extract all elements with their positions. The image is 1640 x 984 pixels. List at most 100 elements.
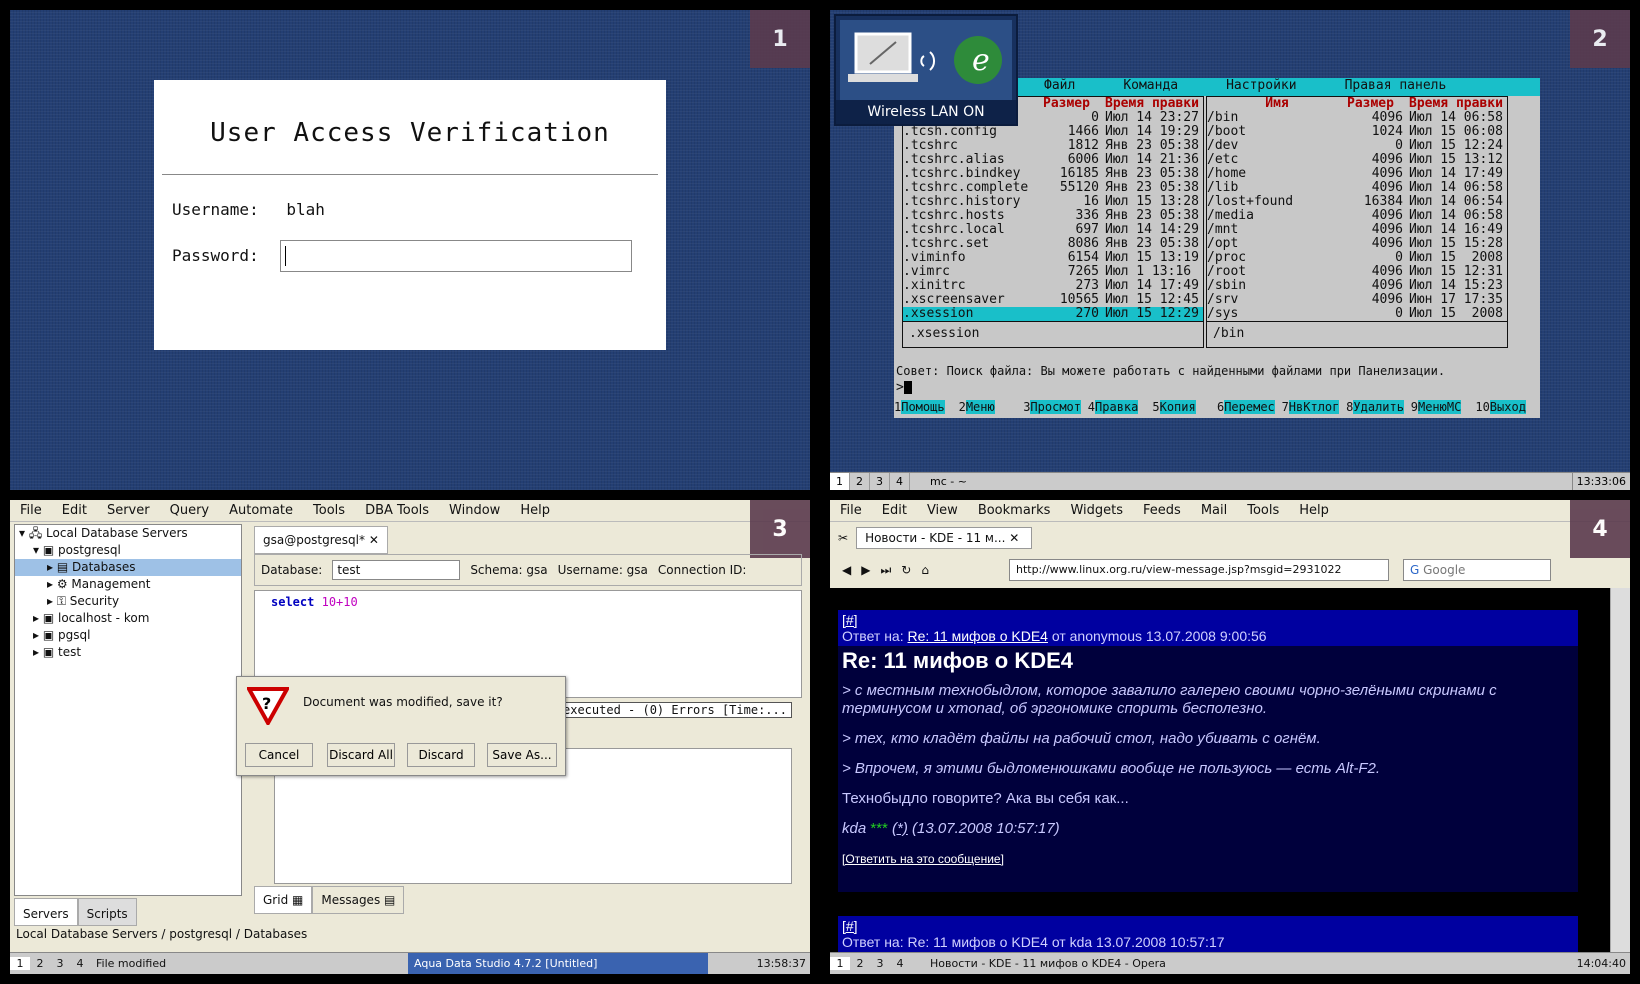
home-icon[interactable]: ⌂	[921, 563, 929, 577]
tab-messages[interactable]: Messages ▤	[312, 886, 405, 914]
menu-item[interactable]: DBA Tools	[365, 503, 429, 518]
menu-item[interactable]: Mail	[1201, 503, 1227, 518]
command-prompt[interactable]: >	[894, 380, 912, 395]
menu-item[interactable]: Help	[1299, 503, 1329, 518]
workspace-button[interactable]: 3	[50, 957, 70, 970]
tree-item-local-servers[interactable]: ▾ 🖧 Local Database Servers	[15, 525, 241, 542]
back-icon[interactable]: ◀	[842, 563, 851, 577]
menu-item[interactable]: Edit	[882, 503, 907, 518]
tab-query[interactable]: gsa@postgresql* ✕	[254, 526, 388, 554]
file-row[interactable]: /bin 4096 Июл 14 06:58	[1207, 111, 1507, 125]
fkey-6[interactable]: 6Перемес	[1217, 396, 1282, 418]
file-row[interactable]: /lib 4096 Июл 14 06:58	[1207, 181, 1507, 195]
close-tab-icon[interactable]: ✕	[369, 533, 379, 547]
file-row[interactable]: .tcshrc.hosts 336 Янв 23 05:38	[903, 209, 1203, 223]
reload-icon[interactable]: ↻	[901, 563, 911, 577]
file-row[interactable]: .tcsh.config 1466 Июл 14 19:29	[903, 125, 1203, 139]
menu-item[interactable]: File	[20, 503, 42, 518]
fkey-5[interactable]: 5Копия	[1152, 396, 1217, 418]
fast-forward-icon[interactable]: ⏭	[880, 563, 891, 578]
file-row[interactable]: .viminfo 6154 Июл 15 13:19	[903, 251, 1203, 265]
workspace-button[interactable]: 1	[10, 957, 30, 970]
cancel-button[interactable]: Cancel	[245, 743, 313, 767]
tree-item-pgsql[interactable]: ▸ ▣ pgsql	[15, 627, 241, 644]
menu-item[interactable]: Server	[107, 503, 150, 518]
scrollbar[interactable]	[1610, 588, 1630, 952]
fkey-4[interactable]: 4Правка	[1088, 396, 1153, 418]
fkey-3[interactable]: 3Просмот	[1023, 396, 1088, 418]
file-row[interactable]: .tcshrc.local 697 Июл 14 14:29	[903, 223, 1203, 237]
tree-item-security[interactable]: ▸ ⚿ Security	[15, 593, 241, 610]
server-tree[interactable]: ▾ 🖧 Local Database Servers ▾ ▣ postgresq…	[14, 524, 242, 896]
workspace-button[interactable]: 4	[890, 473, 910, 490]
task-opera[interactable]: Новости - KDE - 11 мифов о KDE4 - Opera	[930, 957, 1166, 970]
tree-item-databases[interactable]: ▸ ▤ Databases	[15, 559, 241, 576]
database-select[interactable]: test	[332, 560, 461, 580]
left-panel[interactable]: РазмерВремя правки .hushmotd0Июл 14 23:2…	[902, 96, 1204, 348]
menu-item[interactable]: File	[840, 503, 862, 518]
anchor-link[interactable]: [#]	[842, 612, 858, 628]
menu-item[interactable]: Automate	[229, 503, 293, 518]
file-row[interactable]: /opt 4096 Июл 15 15:28	[1207, 237, 1507, 251]
discard-button[interactable]: Discard	[407, 743, 475, 767]
file-row[interactable]: /boot 1024 Июл 15 06:08	[1207, 125, 1507, 139]
tree-item-test[interactable]: ▸ ▣ test	[15, 644, 241, 661]
menu-item[interactable]: Feeds	[1143, 503, 1181, 518]
mc-menu-item[interactable]: Правая панель	[1345, 78, 1447, 96]
workspace-button[interactable]: 2	[30, 957, 50, 970]
file-row[interactable]: /root 4096 Июл 15 12:31	[1207, 265, 1507, 279]
fkey-8[interactable]: 8Удалить	[1346, 396, 1411, 418]
menu-item[interactable]: Query	[170, 503, 210, 518]
discard-all-button[interactable]: Discard All	[327, 743, 395, 767]
file-row[interactable]: .tcshrc.history 16 Июл 15 13:28	[903, 195, 1203, 209]
file-row[interactable]: .vimrc 7265 Июл 1 13:16	[903, 265, 1203, 279]
tools-icon[interactable]: ✂	[838, 531, 848, 545]
workspace-button[interactable]: 4	[890, 957, 910, 970]
mc-menu-item[interactable]: Настройки	[1226, 78, 1296, 96]
menu-item[interactable]: Tools	[1247, 503, 1279, 518]
mc-menu-item[interactable]: Команда	[1123, 78, 1178, 96]
file-row[interactable]: /etc 4096 Июл 15 13:12	[1207, 153, 1507, 167]
file-row[interactable]: /mnt 4096 Июл 14 16:49	[1207, 223, 1507, 237]
menu-item[interactable]: Edit	[62, 503, 87, 518]
tab-grid[interactable]: Grid ▦	[254, 886, 313, 914]
workspace-button[interactable]: 1	[830, 957, 850, 970]
fkey-10[interactable]: 10Выход	[1475, 396, 1540, 418]
file-row[interactable]: .xscreensaver 10565 Июл 15 12:45	[903, 293, 1203, 307]
tree-item-postgresql[interactable]: ▾ ▣ postgresql	[15, 542, 241, 559]
menu-item[interactable]: Widgets	[1070, 503, 1123, 518]
file-row[interactable]: /proc 0 Июл 15 2008	[1207, 251, 1507, 265]
tab-scripts[interactable]: Scripts	[77, 898, 137, 926]
address-input[interactable]: http://www.linux.org.ru/view-message.jsp…	[1008, 559, 1389, 581]
file-row[interactable]: /sys 0 Июл 15 2008	[1207, 307, 1507, 321]
search-input[interactable]: G Google	[1402, 559, 1551, 581]
save-as-button[interactable]: Save As...	[487, 743, 557, 767]
tree-item-localhost[interactable]: ▸ ▣ localhost - kom	[15, 610, 241, 627]
menu-item[interactable]: Bookmarks	[978, 503, 1051, 518]
file-row[interactable]: /home 4096 Июл 14 17:49	[1207, 167, 1507, 181]
file-row[interactable]: /srv 4096 Июн 17 17:35	[1207, 293, 1507, 307]
user-link[interactable]: (*)	[892, 820, 908, 837]
file-row[interactable]: .xinitrc 273 Июл 14 17:49	[903, 279, 1203, 293]
tab-servers[interactable]: Servers	[14, 898, 78, 926]
file-row[interactable]: /dev 0 Июл 15 12:24	[1207, 139, 1507, 153]
reply-message-link[interactable]: [Ответить на это сообщение]	[842, 852, 1004, 866]
password-field[interactable]	[280, 240, 632, 272]
reply-link[interactable]: Re: 11 мифов о KDE4	[908, 628, 1048, 644]
fkey-7[interactable]: 7НвКтлог	[1282, 396, 1347, 418]
menu-item[interactable]: Help	[520, 503, 550, 518]
workspace-button[interactable]: 3	[870, 473, 890, 490]
file-row[interactable]: .tcshrc.complete 55120 Янв 23 05:38	[903, 181, 1203, 195]
fkey-2[interactable]: 2Меню	[959, 396, 1024, 418]
workspace-button[interactable]: 3	[870, 957, 890, 970]
workspace-button[interactable]: 2	[850, 473, 870, 490]
menu-item[interactable]: View	[927, 503, 958, 518]
file-row[interactable]: /sbin 4096 Июл 14 15:23	[1207, 279, 1507, 293]
web-page[interactable]: [#] Ответ на: Re: 11 мифов о KDE4 от anon…	[830, 588, 1610, 952]
midnight-commander[interactable]: Файл Команда Настройки Правая панель Размер…	[894, 78, 1540, 418]
right-panel[interactable]: Имя Размер Время правки /bin 4096 Июл 14 06:…	[1206, 96, 1508, 348]
file-row[interactable]: .xsession 270 Июл 15 12:29	[903, 307, 1203, 321]
fkey-1[interactable]: 1Помощь	[894, 396, 959, 418]
tree-item-management[interactable]: ▸ ⚙ Management	[15, 576, 241, 593]
task-aqua[interactable]: Aqua Data Studio 4.7.2 [Untitled]	[408, 953, 708, 974]
